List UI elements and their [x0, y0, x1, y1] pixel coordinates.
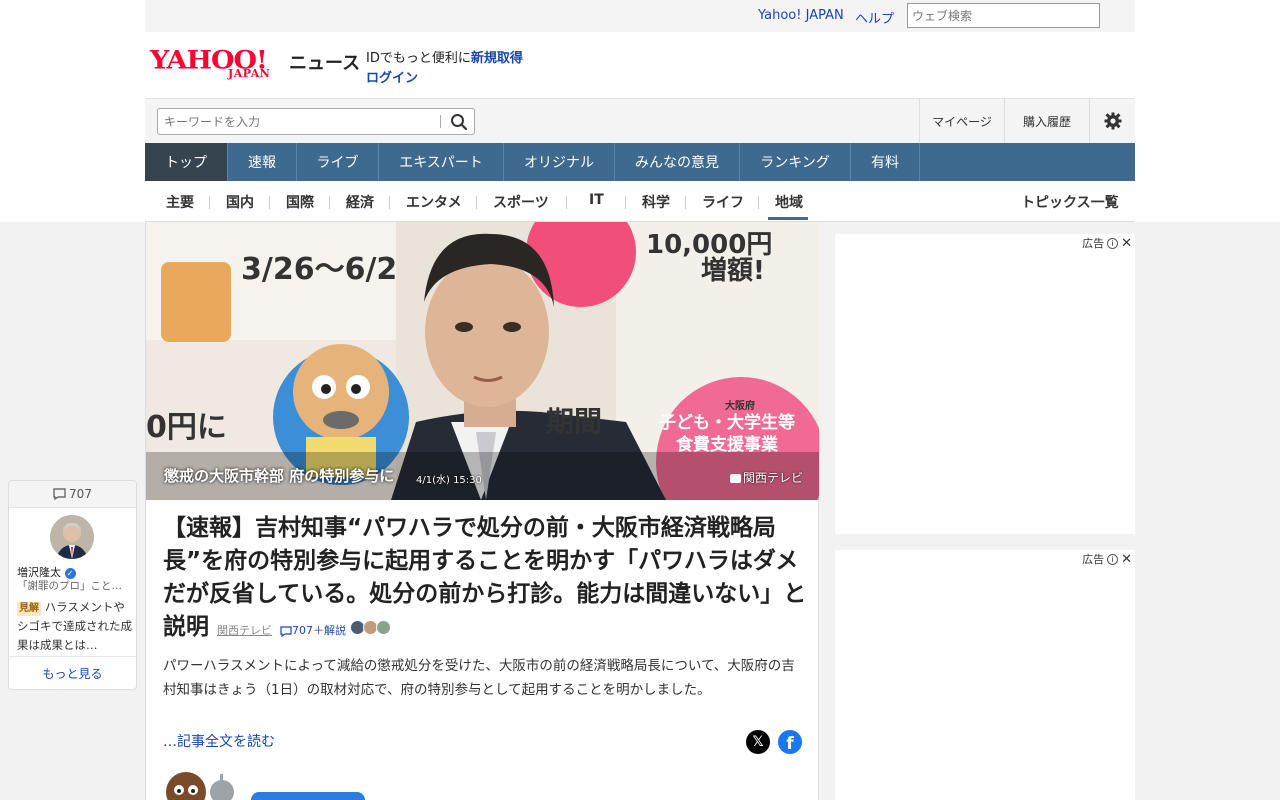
mascot-illustration [166, 772, 234, 800]
comment-body[interactable]: 見解 ハラスメントやシゴキで達成された成果は成果とは… [17, 598, 133, 655]
category-divider [269, 196, 270, 209]
share-x-icon[interactable]: 𝕏 [746, 730, 770, 754]
category-it[interactable]: IT [589, 192, 604, 208]
keyword-search-box [157, 108, 475, 135]
category-divider [476, 196, 477, 209]
article-summary: パワーハラスメントによって減給の懲戒処分を受けた、大阪市の前の経済戦略局長につい… [163, 658, 795, 698]
category-divider [389, 196, 390, 209]
hero-yen-text: 0円に [146, 410, 227, 445]
nav-top[interactable]: トップ [145, 143, 228, 181]
ad-label: 広告 i ✕ [1082, 551, 1132, 567]
id-prompt: IDでもっと便利に新規取得 [366, 47, 523, 66]
login-link[interactable]: ログイン [366, 67, 418, 86]
ad-info-icon[interactable]: i [1107, 237, 1119, 249]
ad-info-icon[interactable]: i [1107, 553, 1119, 565]
category-divider [209, 196, 210, 209]
close-icon[interactable]: ✕ [1121, 236, 1132, 251]
category-divider [566, 196, 567, 209]
opinion-badge: 見解 [17, 602, 41, 616]
share-facebook-icon[interactable]: f [778, 730, 802, 754]
ad-slot[interactable]: 広告 i ✕ [835, 550, 1135, 800]
see-more-comments-link[interactable]: もっと見る [9, 656, 136, 682]
close-icon[interactable]: ✕ [1121, 552, 1132, 567]
share-facebook-glyph: f [786, 734, 794, 754]
action-button[interactable] [251, 792, 365, 800]
article-headline[interactable]: 【速報】吉村知事“パワハラで処分の前・大阪市経済戦略局長”を府の特別参与に起用す… [163, 512, 808, 647]
avatar[interactable] [50, 515, 94, 559]
expert-avatars [349, 619, 396, 636]
nav-ranking[interactable]: ランキング [740, 143, 851, 181]
category-divider [758, 196, 759, 209]
comment-count-link[interactable]: 707＋解説 [280, 624, 350, 637]
hero-date-range-text: 3/26～6/2 [241, 252, 398, 287]
nav-original[interactable]: オリジナル [504, 143, 615, 181]
comment-icon [280, 625, 292, 637]
search-icon[interactable] [448, 111, 470, 133]
yahoo-japan-link[interactable]: Yahoo! JAPAN [758, 8, 844, 23]
hero-food-support-text: 子ども・大学生等 食費支援事業 [659, 413, 795, 455]
category-divider [625, 196, 626, 209]
commenter-role: 「謝罪のプロ」こと… [17, 580, 122, 592]
category-domestic[interactable]: 国内 [226, 192, 254, 212]
category-divider [329, 196, 330, 209]
photo-credit-text: 関西テレビ [743, 471, 804, 485]
utility-bar: Yahoo! JAPAN ヘルプ [145, 0, 1135, 32]
category-divider [685, 196, 686, 209]
comment-icon [53, 488, 66, 500]
ad-slot[interactable]: 広告 i ✕ [835, 234, 1135, 534]
photo-credit: 関西テレビ [730, 469, 803, 486]
web-search-input[interactable] [907, 3, 1100, 28]
category-main[interactable]: 主要 [166, 192, 194, 212]
ad-label-text: 広告 [1082, 553, 1105, 566]
comment-widget-count: 707 [69, 487, 92, 501]
ad-label-text: 広告 [1082, 237, 1105, 250]
my-page-link[interactable]: マイページ [919, 99, 1004, 143]
comment-widget: 707 増沢隆太 ✓ 「謝罪のプロ」こと… 見解 ハラスメントやシゴキで達成され… [8, 480, 137, 690]
active-category-indicator [768, 217, 808, 220]
logo-japan-text: JAPAN [228, 67, 271, 80]
camera-icon [730, 474, 741, 483]
settings-gear-icon[interactable] [1089, 99, 1135, 143]
help-link[interactable]: ヘルプ [855, 8, 894, 27]
category-life[interactable]: ライフ [702, 192, 744, 212]
category-nav: 主要 国内 国際 経済 エンタメ スポーツ IT 科学 ライフ 地域 トピックス… [145, 181, 1135, 222]
share-x-glyph: 𝕏 [752, 734, 764, 750]
category-world[interactable]: 国際 [286, 192, 314, 212]
category-economy[interactable]: 経済 [346, 192, 374, 212]
nav-breaking[interactable]: 速報 [228, 143, 297, 181]
nav-live[interactable]: ライブ [297, 143, 379, 181]
topics-list-link[interactable]: トピックス一覧 [1021, 192, 1119, 212]
ad-label: 広告 i ✕ [1082, 235, 1132, 251]
category-sports[interactable]: スポーツ [493, 192, 549, 212]
purchase-history-link[interactable]: 購入履歴 [1004, 99, 1089, 143]
hero-osaka-text: 大阪府 [725, 401, 755, 412]
id-prompt-text: IDでもっと便利に [366, 51, 471, 66]
hero-date: 4/1(水) 15:30 [416, 475, 482, 486]
yahoo-japan-logo[interactable]: YAHOO! JAPAN [150, 45, 286, 83]
article-card: 3/26～6/2 10,000円 増額! 0円に 期間 大阪府 子ども・大学生等… [145, 222, 819, 800]
search-row: マイページ 購入履歴 [145, 98, 1135, 143]
verified-badge-icon: ✓ [64, 567, 76, 579]
search-divider [440, 115, 441, 128]
service-name[interactable]: ニュース [289, 49, 360, 75]
read-full-article-link[interactable]: …記事全文を読む [163, 731, 275, 751]
nav-opinions[interactable]: みんなの意見 [615, 143, 740, 181]
comment-count-text: 707＋解説 [292, 624, 347, 637]
category-local[interactable]: 地域 [775, 192, 803, 212]
hero-image[interactable]: 3/26～6/2 10,000円 増額! 0円に 期間 大阪府 子ども・大学生等… [146, 222, 819, 500]
category-science[interactable]: 科学 [642, 192, 670, 212]
comment-widget-header[interactable]: 707 [9, 481, 136, 508]
keyword-search-input[interactable] [158, 109, 438, 134]
hero-period-text: 期間 [546, 405, 603, 438]
hero-increase-text: 増額! [701, 256, 765, 286]
nav-paid[interactable]: 有料 [851, 143, 920, 181]
main-nav: トップ 速報 ライブ エキスパート オリジナル みんなの意見 ランキング 有料 [145, 143, 1135, 181]
hero-caption: 懲戒の大阪市幹部 府の特別参与に [164, 467, 395, 485]
signup-link[interactable]: 新規取得 [471, 51, 523, 66]
nav-expert[interactable]: エキスパート [379, 143, 504, 181]
expert-avatar [375, 619, 391, 635]
category-entertainment[interactable]: エンタメ [406, 192, 462, 212]
article-source[interactable]: 関西テレビ [217, 624, 272, 637]
headline-text: 【速報】吉村知事“パワハラで処分の前・大阪市経済戦略局長”を府の特別参与に起用す… [163, 515, 807, 640]
